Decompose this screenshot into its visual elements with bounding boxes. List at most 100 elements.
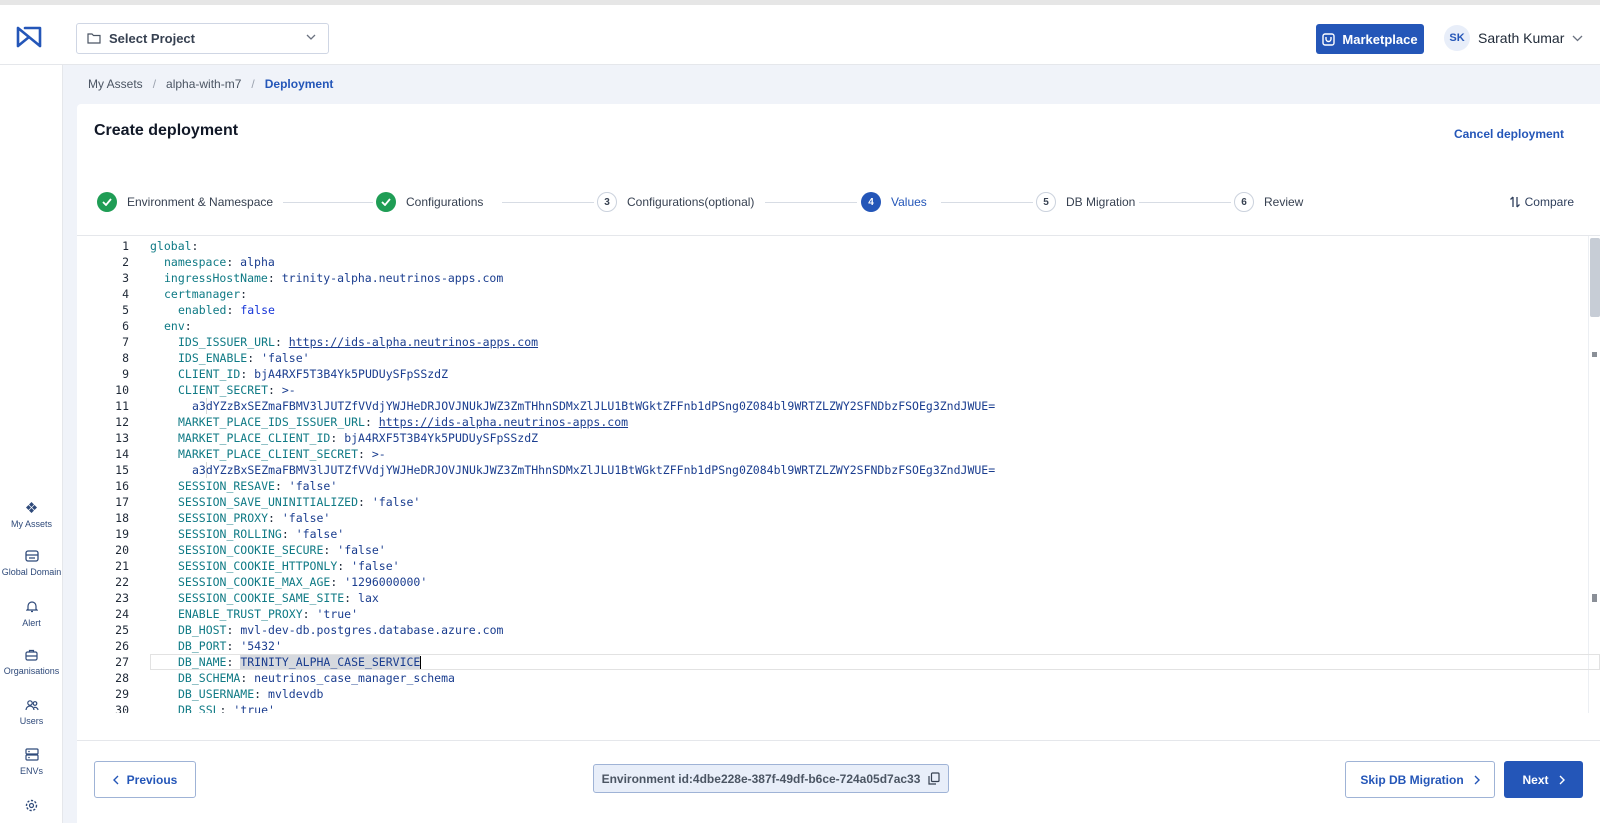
settings-icon [25,799,38,812]
text-cursor [420,656,422,669]
code-line[interactable]: 4 certmanager: [77,286,1600,302]
yaml-key: DB_PORT [178,639,227,653]
skip-db-migration-button[interactable]: Skip DB Migration [1345,761,1495,798]
copy-icon[interactable] [928,772,941,785]
code-line[interactable]: 1 global: [77,238,1600,254]
code-line[interactable]: 14 MARKET_PLACE_CLIENT_SECRET: >- [77,446,1600,462]
store-icon [1322,32,1336,46]
sidebar-item-envs[interactable]: ENVs [0,748,63,776]
code-line[interactable]: 28 DB_SCHEMA: neutrinos_case_manager_sche… [77,670,1600,686]
code-line[interactable]: 26 DB_PORT: '5432' [77,638,1600,654]
step-label: DB Migration [1066,195,1136,209]
check-icon [97,192,117,212]
yaml-key: SESSION_ROLLING [178,527,282,541]
yaml-value: trinity-alpha.neutrinos-apps.com [281,271,504,285]
line-number: 11 [115,399,129,413]
next-button[interactable]: Next [1504,761,1583,798]
code-content: DB_USERNAME: mvldevdb [178,687,324,701]
code-line[interactable]: 20 SESSION_COOKIE_SECURE: 'false' [77,542,1600,558]
code-line[interactable]: 7 IDS_ISSUER_URL: https://ids-alpha.neutr… [77,334,1600,350]
yaml-value: 'false' [337,543,386,557]
yaml-value: 'false' [281,511,331,525]
line-number: 4 [122,287,129,301]
code-content: SESSION_COOKIE_HTTPONLY: 'false' [178,559,400,573]
step-label: Values [891,195,927,209]
yaml-value[interactable]: https://ids-alpha.neutrinos-apps.com [379,415,628,429]
selected-text: TRINITY_ALPHA_CASE_SERVICE [240,655,421,669]
code-line[interactable]: 12 MARKET_PLACE_IDS_ISSUER_URL: https://i… [77,414,1600,430]
code-line[interactable]: 18 SESSION_PROXY: 'false' [77,510,1600,526]
code-content: DB_NAME: TRINITY_ALPHA_CASE_SERVICE [178,655,422,669]
code-line[interactable]: 16 SESSION_RESAVE: 'false' [77,478,1600,494]
step-configurations[interactable]: Configurations [376,192,483,212]
code-line[interactable]: 23 SESSION_COOKIE_SAME_SITE: lax [77,590,1600,606]
code-content: certmanager: [164,287,255,301]
code-line[interactable]: 9 CLIENT_ID: bjA4RXF5T3B4Yk5PUDUySFpSSzdZ [77,366,1600,382]
code-content: SESSION_COOKIE_SAME_SITE: lax [178,591,379,605]
code-line[interactable]: 25 DB_HOST: mvl-dev-db.postgres.database.… [77,622,1600,638]
code-line[interactable]: 30 DB_SSL: 'true' [77,702,1600,713]
code-line[interactable]: 24 ENABLE_TRUST_PROXY: 'true' [77,606,1600,622]
previous-button[interactable]: Previous [94,761,196,798]
code-line[interactable]: 3 ingressHostName: trinity-alpha.neutrino… [77,270,1600,286]
code-content: IDS_ISSUER_URL: https://ids-alpha.neutri… [178,335,539,349]
code-line[interactable]: 15 a3dYZzBxSEZmaFBMV3lJUTZfVVdjYWJHeDRJOV… [77,462,1600,478]
breadcrumb-asset[interactable]: alpha-with-m7 [166,77,241,91]
yaml-value[interactable]: https://ids-alpha.neutrinos-apps.com [289,335,538,349]
code-content: SESSION_ROLLING: 'false' [178,527,345,541]
compare-button[interactable]: Compare [1509,195,1574,209]
sidebar-item-label: ENVs [19,766,43,776]
code-content: MARKET_PLACE_CLIENT_SECRET: >- [178,447,386,461]
step-review[interactable]: 6 Review [1234,192,1303,212]
line-number: 5 [122,303,129,317]
cancel-deployment-link[interactable]: Cancel deployment [1454,127,1564,141]
code-line[interactable]: 11 a3dYZzBxSEZmaFBMV3lJUTZfVVdjYWJHeDRJOV… [77,398,1600,414]
sidebar-item-organisations[interactable]: Organisations [0,649,63,676]
step-connector [765,202,857,203]
code-line[interactable]: 2 namespace: alpha [77,254,1600,270]
user-menu[interactable]: SK Sarath Kumar [1444,25,1583,51]
code-line[interactable]: 10 CLIENT_SECRET: >- [77,382,1600,398]
line-number: 29 [115,687,129,701]
users-icon [24,700,39,711]
yaml-key: namespace [164,255,227,269]
step-values[interactable]: 4 Values [861,192,927,212]
yaml-editor[interactable]: 1 global: 2 namespace: alpha 3 ingressHostNa… [77,235,1600,713]
app-logo[interactable] [15,25,43,49]
sidebar-item-users[interactable]: Users [0,699,63,726]
code-content: global: [150,239,206,253]
sidebar-item-alert[interactable]: Alert [0,600,63,628]
code-line[interactable]: 5 enabled: false [77,302,1600,318]
marketplace-button[interactable]: Marketplace [1316,24,1424,54]
code-line[interactable]: 29 DB_USERNAME: mvldevdb [77,686,1600,702]
chevron-down-icon [306,34,316,40]
step-configurations-optional[interactable]: 3 Configurations(optional) [597,192,754,212]
bell-icon [25,601,38,613]
code-line[interactable]: 22 SESSION_COOKIE_MAX_AGE: '1296000000' [77,574,1600,590]
sidebar-item-settings[interactable] [0,799,63,817]
yaml-key: certmanager [164,287,241,301]
code-line[interactable]: 19 SESSION_ROLLING: 'false' [77,526,1600,542]
project-select[interactable]: Select Project [76,23,329,54]
code-line[interactable]: 17 SESSION_SAVE_UNINITIALIZED: 'false' [77,494,1600,510]
sidebar-item-my-assets[interactable]: My Assets [0,501,63,529]
sidebar-item-global-domain[interactable]: Global Domain [0,550,63,577]
code-line[interactable]: 8 IDS_ENABLE: 'false' [77,350,1600,366]
step-environment-namespace[interactable]: Environment & Namespace [97,192,273,212]
yaml-key: CLIENT_ID [178,367,241,381]
line-number: 8 [122,351,129,365]
check-icon [376,192,396,212]
code-line[interactable]: 21 SESSION_COOKIE_HTTPONLY: 'false' [77,558,1600,574]
chevron-right-icon [1474,775,1480,784]
step-db-migration[interactable]: 5 DB Migration [1036,192,1135,212]
marketplace-label: Marketplace [1342,31,1418,47]
code-line[interactable]: 13 MARKET_PLACE_CLIENT_ID: bjA4RXF5T3B4Yk… [77,430,1600,446]
code-content: ENABLE_TRUST_PROXY: 'true' [178,607,359,621]
code-line[interactable]: 27 DB_NAME: TRINITY_ALPHA_CASE_SERVICE [77,654,1600,670]
line-number: 13 [115,431,129,445]
yaml-key: env [164,319,185,333]
breadcrumb-my-assets[interactable]: My Assets [88,77,143,91]
page-title: Create deployment [94,122,239,139]
code-line[interactable]: 6 env: [77,318,1600,334]
yaml-value: >- [371,447,386,461]
